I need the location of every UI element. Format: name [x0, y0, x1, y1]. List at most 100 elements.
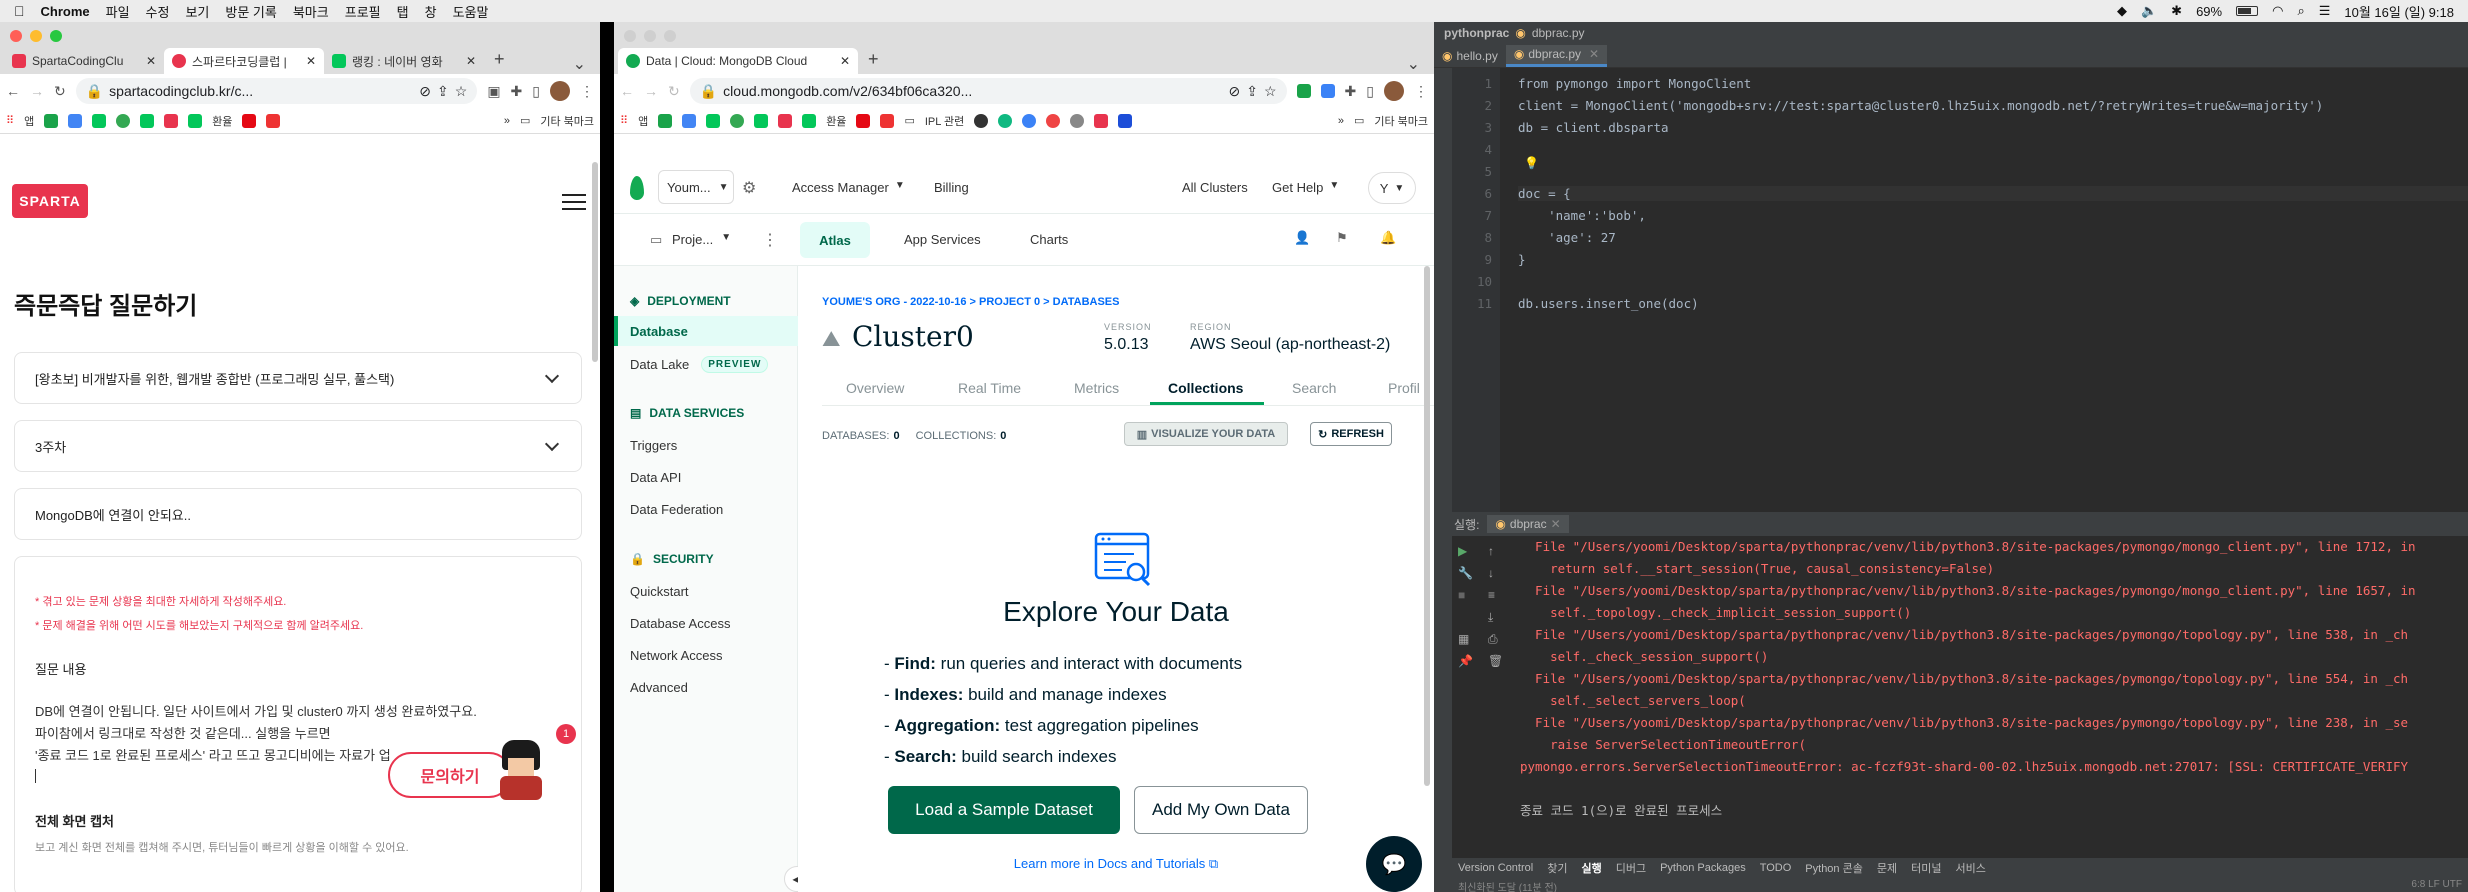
- bookmark-star-icon[interactable]: ☆: [1264, 83, 1277, 100]
- ide-tool-tab[interactable]: Python 콘솔: [1805, 860, 1863, 876]
- reload-icon[interactable]: ↻: [54, 83, 66, 100]
- bluetooth-icon[interactable]: ✱: [2171, 3, 2182, 19]
- bookmark-icon[interactable]: [1118, 113, 1133, 128]
- mongodb-leaf-logo[interactable]: [630, 176, 644, 200]
- control-center-icon[interactable]: ☰: [2319, 3, 2331, 19]
- week-select[interactable]: 3주차: [14, 420, 582, 472]
- menubar-app-name[interactable]: Chrome: [41, 4, 90, 19]
- bookmark-icon[interactable]: [974, 113, 989, 128]
- netflix-icon[interactable]: [856, 113, 871, 128]
- forward-icon[interactable]: →: [30, 83, 44, 99]
- address-bar[interactable]: 🔒 cloud.mongodb.com/v2/634bf06ca320... ⊘…: [689, 78, 1287, 104]
- tab-metrics[interactable]: Metrics: [1074, 380, 1119, 396]
- bookmark-icon[interactable]: [68, 113, 83, 128]
- tab-naver-movie[interactable]: 랭킹 : 네이버 영화 ✕: [324, 48, 484, 74]
- sidepanel-icon[interactable]: ▯: [1366, 83, 1374, 100]
- tab-overview[interactable]: Overview: [846, 380, 904, 396]
- bookmark-icon[interactable]: [1070, 113, 1085, 128]
- battery-icon[interactable]: [2236, 6, 2259, 16]
- refresh-button[interactable]: ↻ REFRESH: [1310, 422, 1392, 446]
- ide-tool-tab[interactable]: 문제: [1877, 860, 1897, 876]
- bookmark-icon[interactable]: [116, 113, 131, 128]
- profile-avatar[interactable]: [1384, 81, 1404, 101]
- inquiry-button[interactable]: 문의하기: [388, 752, 512, 798]
- tab-search-icon[interactable]: ⌄: [573, 54, 586, 74]
- run-tab-dbprac[interactable]: ◉ dbprac ✕: [1487, 515, 1569, 533]
- all-clusters-link[interactable]: All Clusters: [1182, 180, 1248, 195]
- apps-icon[interactable]: ⠿: [620, 114, 628, 127]
- hamburger-menu-icon[interactable]: [562, 194, 586, 210]
- project-breadcrumb[interactable]: pythonprac: [1444, 26, 1509, 40]
- battery-label[interactable]: 69%: [2196, 4, 2222, 19]
- intention-bulb-icon[interactable]: 💡: [1524, 156, 1539, 170]
- menubar-item[interactable]: 북마크: [293, 2, 329, 21]
- evernote-icon[interactable]: [1296, 84, 1311, 98]
- scroll-end-icon[interactable]: ⤓: [1488, 610, 1493, 625]
- bookmark-icon[interactable]: [266, 113, 281, 128]
- editor-tab-dbprac[interactable]: ◉ dbprac.py ✕: [1505, 44, 1608, 67]
- bookmark-icon[interactable]: [706, 113, 721, 128]
- course-select[interactable]: [왕초보] 비개발자를 위한, 웹개발 종합반 (프로그래밍 실무, 풀스택): [14, 352, 582, 404]
- sidebar-item-network-access[interactable]: Network Access: [630, 648, 722, 663]
- run-console[interactable]: File "/Users/yoomi/Desktop/sparta/python…: [1520, 536, 2468, 866]
- trash-icon[interactable]: 🗑: [1488, 654, 1503, 668]
- visualize-data-button[interactable]: ▥ VISUALIZE YOUR DATA: [1124, 422, 1288, 446]
- chat-support-button[interactable]: 💬: [1366, 836, 1422, 892]
- ide-tool-tab[interactable]: 찾기: [1547, 860, 1567, 876]
- sidebar-item-triggers[interactable]: Triggers: [630, 438, 677, 453]
- more-menu-icon[interactable]: ⋮: [580, 83, 594, 100]
- share-icon[interactable]: ⇪: [1246, 83, 1258, 100]
- bookmark-icon[interactable]: [188, 113, 203, 128]
- volume-icon[interactable]: 🔈: [2141, 3, 2157, 19]
- tab-real-time[interactable]: Real Time: [958, 380, 1021, 396]
- code-editor[interactable]: from pymongo import MongoClient client = …: [1518, 68, 2468, 528]
- bookmark-icon[interactable]: [730, 113, 745, 128]
- bookmark-icon[interactable]: [880, 113, 895, 128]
- bookmark-icon[interactable]: [92, 113, 107, 128]
- menubar-item[interactable]: 창: [425, 2, 437, 21]
- search-icon[interactable]: ⌕: [2297, 3, 2304, 19]
- print-icon[interactable]: ⎙: [1488, 632, 1498, 647]
- sparta-logo[interactable]: SPARTA: [12, 184, 88, 218]
- sidebar-item-advanced[interactable]: Advanced: [630, 680, 688, 695]
- more-bookmarks-icon[interactable]: »: [504, 115, 510, 127]
- reload-icon[interactable]: ↻: [668, 83, 680, 100]
- ide-tool-tab[interactable]: TODO: [1760, 862, 1792, 874]
- close-tab-icon[interactable]: ✕: [146, 54, 156, 68]
- eye-off-icon[interactable]: ⊘: [1229, 83, 1241, 100]
- extension-icon[interactable]: [1320, 84, 1335, 98]
- more-menu-icon[interactable]: ⋮: [1414, 83, 1428, 100]
- stop-icon[interactable]: ■: [1458, 588, 1465, 602]
- back-icon[interactable]: ←: [6, 83, 20, 99]
- wrench-icon[interactable]: 🔧: [1458, 566, 1473, 580]
- sidebar-item-data-api[interactable]: Data API: [630, 470, 681, 485]
- bookmark-star-icon[interactable]: ☆: [455, 83, 468, 100]
- mascot-character[interactable]: [496, 740, 548, 802]
- ide-tool-tab[interactable]: Version Control: [1458, 862, 1533, 874]
- sidepanel-icon[interactable]: ▯: [532, 83, 540, 100]
- menubar-item[interactable]: 수정: [146, 2, 170, 21]
- tab-app-services[interactable]: App Services: [904, 232, 981, 247]
- notifications-bell-icon[interactable]: 🔔: [1380, 230, 1396, 246]
- sidebar-item-quickstart[interactable]: Quickstart: [630, 584, 689, 599]
- tab-collections[interactable]: Collections: [1168, 380, 1243, 396]
- forward-icon[interactable]: →: [644, 83, 658, 99]
- sidebar-item-data-lake[interactable]: Data Lake PREVIEW: [630, 356, 769, 373]
- question-title-field[interactable]: MongoDB에 연결이 안되요..: [14, 488, 582, 540]
- apps-icon[interactable]: ⠿: [6, 114, 14, 127]
- menubar-item[interactable]: 탭: [397, 2, 409, 21]
- project-more-icon[interactable]: ⋮: [762, 230, 778, 250]
- wifi-icon[interactable]: ◠: [2272, 3, 2283, 19]
- dropbox-icon[interactable]: ◆: [2117, 3, 2127, 19]
- eye-off-icon[interactable]: ⊘: [419, 83, 431, 100]
- back-icon[interactable]: ←: [620, 83, 634, 99]
- ide-tool-tab[interactable]: 실행: [1581, 860, 1601, 876]
- extension-icon[interactable]: ▣: [487, 83, 500, 100]
- editor-tab-hello[interactable]: ◉ hello.py: [1434, 45, 1506, 67]
- question-body-editor[interactable]: * 겪고 있는 문제 상황을 최대한 자세하게 작성해주세요. * 문제 해결을…: [14, 556, 582, 892]
- sidebar-item-data-federation[interactable]: Data Federation: [630, 502, 723, 517]
- close-window-button[interactable]: [10, 30, 22, 42]
- puzzle-icon[interactable]: ✚: [511, 83, 523, 100]
- add-my-own-data-button[interactable]: Add My Own Data: [1134, 786, 1308, 834]
- scroll-down-icon[interactable]: ↓: [1488, 566, 1494, 580]
